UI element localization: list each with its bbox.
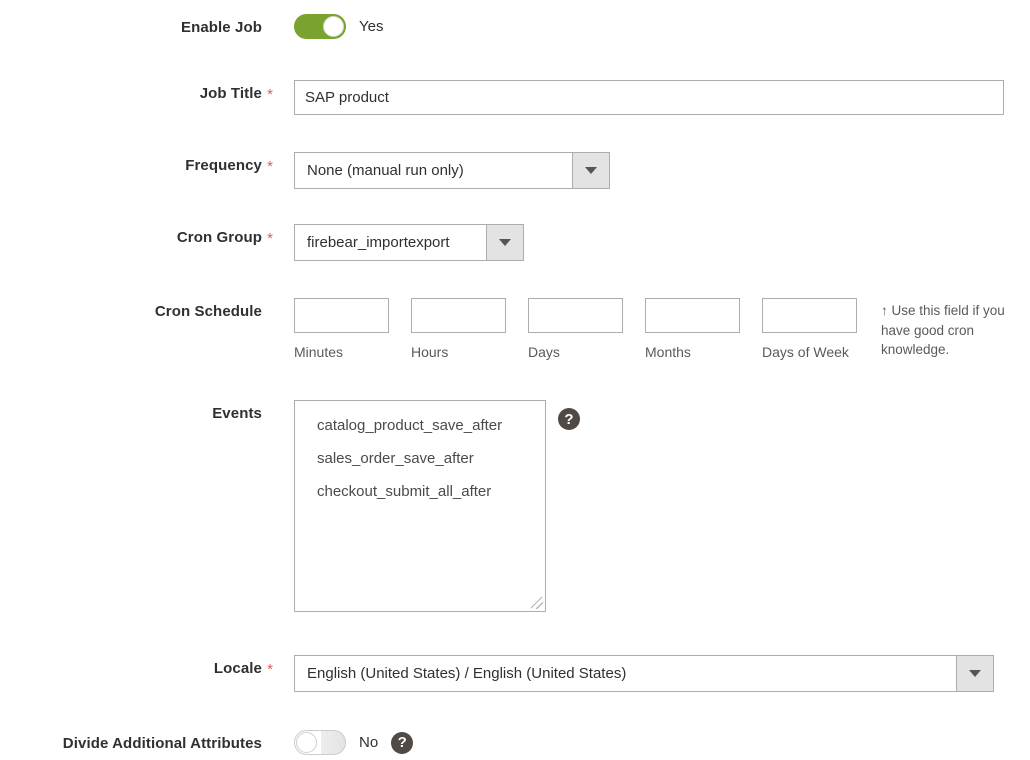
divide-additional-attributes-toggle-state: No <box>359 734 378 751</box>
cron-group-label: Cron Group <box>0 224 262 246</box>
toggle-knob <box>323 16 344 37</box>
cron-schedule-required-marker: * <box>262 298 278 320</box>
divide-additional-attributes-label: Divide Additional Attributes <box>0 730 262 752</box>
cron-minutes-input[interactable] <box>294 298 389 333</box>
events-field: ? <box>278 400 1030 612</box>
cron-schedule-hint: ↑ Use this field if you have good cron k… <box>881 298 1013 360</box>
chevron-down-icon[interactable] <box>956 656 993 691</box>
cron-group-selected-value: firebear_importexport <box>295 225 486 260</box>
form-row-enable-job: Enable Job * Yes <box>0 14 1030 39</box>
cron-group-select[interactable]: firebear_importexport <box>294 224 524 261</box>
form-row-job-title: Job Title * <box>0 80 1030 115</box>
cron-minutes-label: Minutes <box>294 344 389 360</box>
cron-field-minutes: Minutes <box>294 298 389 360</box>
cron-group-required-marker: * <box>262 224 278 246</box>
chevron-down-icon[interactable] <box>572 153 609 188</box>
cron-days-input[interactable] <box>528 298 623 333</box>
job-title-label: Job Title <box>0 80 262 102</box>
enable-job-toggle[interactable] <box>294 14 346 39</box>
cron-job-form: Enable Job * Yes Job Title * Frequency *… <box>0 0 1030 760</box>
toggle-knob <box>296 732 317 753</box>
cron-hours-input[interactable] <box>411 298 506 333</box>
events-label: Events <box>0 400 262 422</box>
locale-field: English (United States) / English (Unite… <box>278 655 1030 692</box>
divide-additional-attributes-help-icon[interactable]: ? <box>391 732 413 754</box>
divide-additional-attributes-required-marker: * <box>262 730 278 752</box>
job-title-required-marker: * <box>262 80 278 102</box>
frequency-field: None (manual run only) <box>278 152 1030 189</box>
cron-group-field: firebear_importexport <box>278 224 1030 261</box>
frequency-select[interactable]: None (manual run only) <box>294 152 610 189</box>
form-row-frequency: Frequency * None (manual run only) <box>0 152 1030 189</box>
cron-field-days-of-week: Days of Week <box>762 298 857 360</box>
form-row-locale: Locale * English (United States) / Engli… <box>0 655 1030 692</box>
events-textarea[interactable] <box>294 400 546 612</box>
enable-job-toggle-state: Yes <box>359 18 383 35</box>
cron-days-of-week-label: Days of Week <box>762 344 857 360</box>
events-textarea-wrapper <box>294 400 546 612</box>
enable-job-required-marker: * <box>262 14 278 36</box>
job-title-field <box>278 80 1030 115</box>
cron-hours-label: Hours <box>411 344 506 360</box>
form-row-divide-additional-attributes: Divide Additional Attributes * No ? <box>0 730 1030 755</box>
enable-job-field: Yes <box>278 14 1030 39</box>
cron-field-months: Months <box>645 298 740 360</box>
cron-schedule-field: Minutes Hours Days Months <box>278 298 1030 360</box>
form-row-cron-schedule: Cron Schedule * Minutes Hours Days <box>0 298 1030 360</box>
cron-months-label: Months <box>645 344 740 360</box>
frequency-selected-value: None (manual run only) <box>295 153 572 188</box>
cron-days-of-week-input[interactable] <box>762 298 857 333</box>
events-help-icon[interactable]: ? <box>558 408 580 430</box>
cron-schedule-label: Cron Schedule <box>0 298 262 320</box>
locale-select[interactable]: English (United States) / English (Unite… <box>294 655 994 692</box>
job-title-input[interactable] <box>294 80 1004 115</box>
chevron-down-icon[interactable] <box>486 225 523 260</box>
enable-job-label: Enable Job <box>0 14 262 36</box>
divide-additional-attributes-field: No ? <box>278 730 1030 755</box>
form-row-cron-group: Cron Group * firebear_importexport <box>0 224 1030 261</box>
cron-days-label: Days <box>528 344 623 360</box>
frequency-label: Frequency <box>0 152 262 174</box>
frequency-required-marker: * <box>262 152 278 174</box>
events-required-marker: * <box>262 400 278 422</box>
cron-months-input[interactable] <box>645 298 740 333</box>
cron-field-days: Days <box>528 298 623 360</box>
divide-additional-attributes-toggle[interactable] <box>294 730 346 755</box>
locale-selected-value: English (United States) / English (Unite… <box>295 656 956 691</box>
cron-field-hours: Hours <box>411 298 506 360</box>
form-row-events: Events * ? <box>0 400 1030 612</box>
locale-label: Locale <box>0 655 262 677</box>
locale-required-marker: * <box>262 655 278 677</box>
